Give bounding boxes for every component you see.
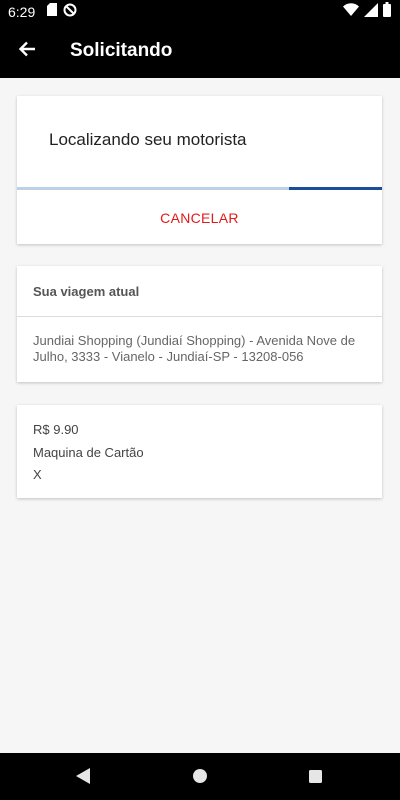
request-status-card: Localizando seu motorista CANCELAR	[17, 96, 382, 244]
nav-recents-icon[interactable]	[309, 770, 322, 788]
nav-home-icon[interactable]	[193, 769, 207, 788]
trip-card-header: Sua viagem atual	[33, 284, 140, 299]
page-title: Solicitando	[70, 40, 173, 61]
current-trip-card: Sua viagem atual Jundiai Shopping (Jundi…	[17, 266, 382, 382]
status-bar: 6:29	[0, 0, 400, 24]
trip-address: Jundiai Shopping (Jundiaí Shopping) - Av…	[33, 333, 356, 364]
cellular-signal-icon	[364, 2, 378, 22]
status-right-icons	[343, 2, 391, 22]
status-left-icons	[47, 3, 77, 22]
search-progress-indicator	[289, 187, 382, 190]
battery-icon	[383, 2, 391, 22]
payment-card: R$ 9.90 Maquina de Cartão X	[17, 405, 382, 498]
nav-back-icon[interactable]	[76, 768, 90, 789]
cancel-button[interactable]: CANCELAR	[17, 191, 382, 244]
app-bar: Solicitando	[0, 24, 400, 78]
search-progress-bar	[17, 187, 382, 190]
trip-price: R$ 9.90	[33, 422, 79, 437]
back-button[interactable]	[14, 38, 40, 64]
divider	[17, 316, 382, 317]
sd-card-icon	[47, 3, 57, 21]
payment-extra: X	[33, 467, 42, 482]
payment-method: Maquina de Cartão	[33, 445, 144, 460]
status-time: 6:29	[8, 4, 36, 20]
arrow-back-icon	[18, 41, 36, 62]
system-nav-bar	[0, 753, 400, 800]
wifi-icon	[343, 3, 359, 21]
locating-driver-text: Localizando seu motorista	[49, 130, 247, 149]
no-sync-icon	[63, 3, 77, 22]
